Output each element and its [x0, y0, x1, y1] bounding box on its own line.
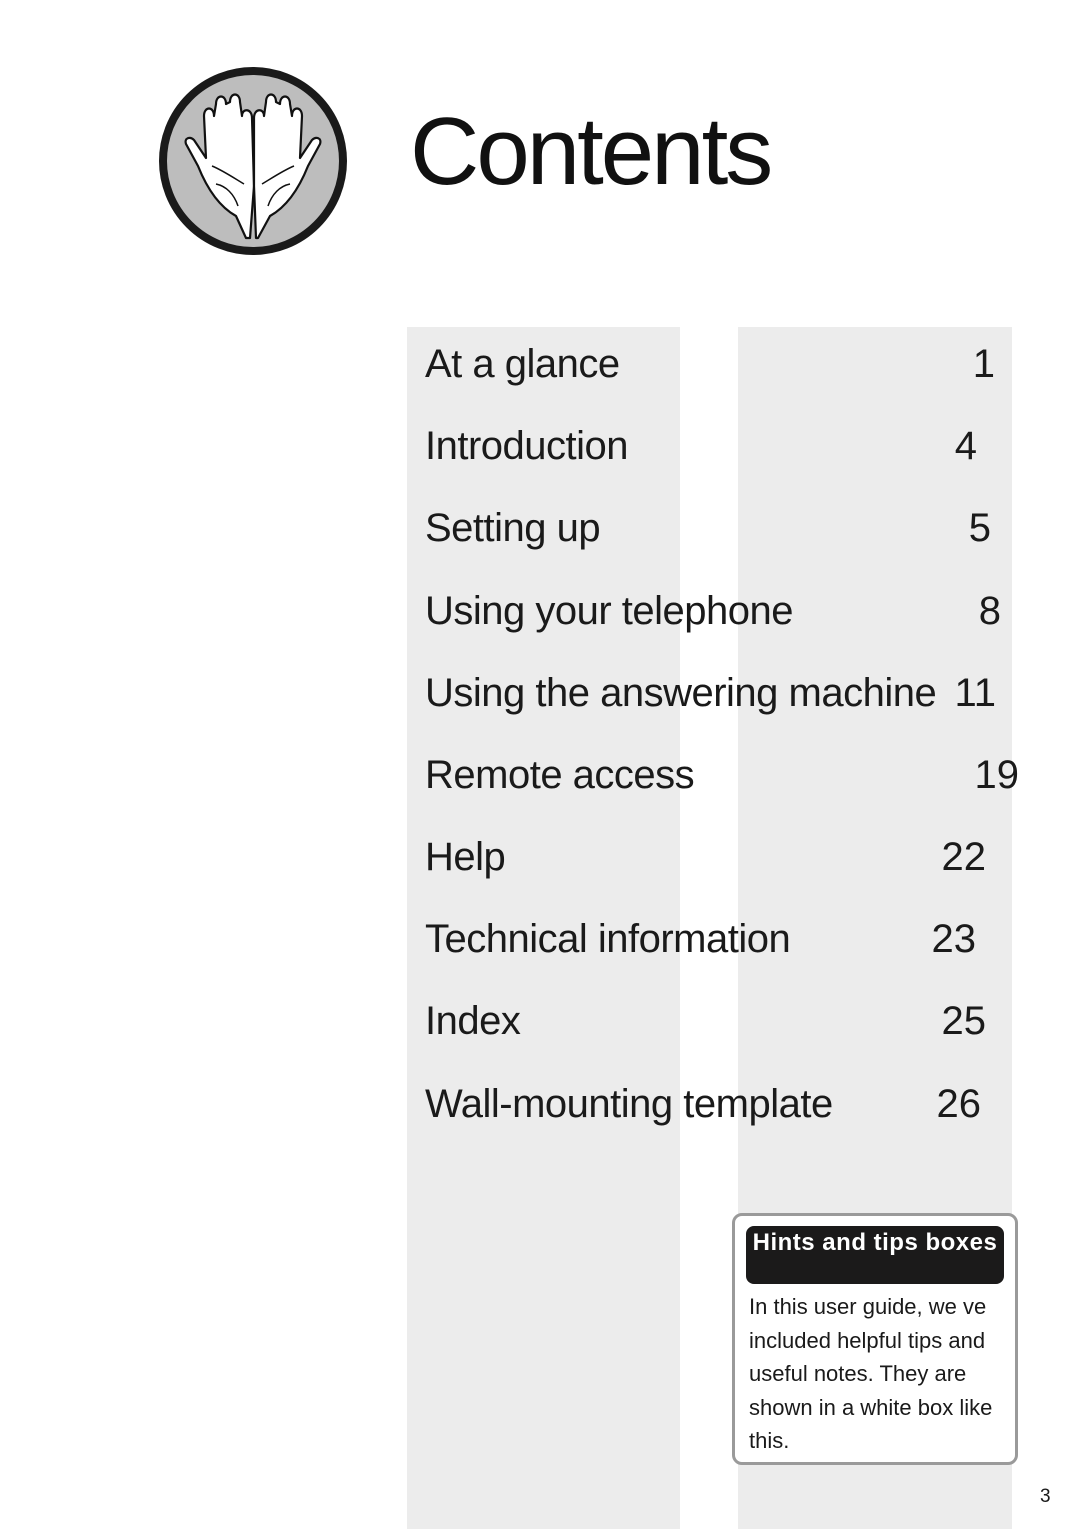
toc-entry-page: 1	[972, 342, 995, 386]
hints-heading: Hints and tips boxes	[746, 1226, 1004, 1284]
toc-entry[interactable]: Setting up 5	[425, 503, 1025, 553]
toc-entry-label: Remote access	[425, 753, 695, 797]
toc-entry[interactable]: Index 25	[425, 996, 1025, 1046]
toc-entry-label: Wall-mounting template	[425, 1082, 833, 1126]
toc-entry[interactable]: Remote access 19	[425, 750, 1025, 800]
toc-entry-label: Index	[425, 999, 521, 1043]
toc-entry-page: 23	[931, 917, 977, 961]
toc-entry-label: Using the answering machine	[425, 671, 937, 715]
toc-entry-page: 26	[936, 1082, 982, 1126]
toc-entry-label: Technical information	[425, 917, 791, 961]
toc-entry[interactable]: Using the answering machine 11	[425, 668, 1025, 718]
toc-entry[interactable]: Using your telephone 8	[425, 586, 1025, 636]
toc-entry-page: 5	[968, 506, 991, 550]
hints-body: In this user guide, we ve included helpf…	[749, 1294, 993, 1453]
toc-entry-page: 4	[954, 424, 977, 468]
page-number: 3	[1040, 1486, 1051, 1507]
toc-entry-page: 19	[974, 753, 1020, 797]
toc-entry-page: 11	[954, 671, 996, 715]
toc-entry-page: 22	[941, 835, 987, 879]
toc-entry-label: Introduction	[425, 424, 629, 468]
toc-entry[interactable]: Technical information 23	[425, 914, 1025, 964]
toc-entry[interactable]: Help 22	[425, 832, 1025, 882]
toc-entry[interactable]: Introduction 4	[425, 421, 1025, 471]
toc-entry[interactable]: Wall-mounting template 26	[425, 1079, 1025, 1129]
toc-entry-page: 25	[941, 999, 987, 1043]
toc-entry-label: Using your telephone	[425, 589, 794, 633]
hints-and-tips-box: Hints and tips boxes In this user guide,…	[732, 1213, 1018, 1465]
toc-entry[interactable]: At a glance 1	[425, 339, 1025, 389]
toc-entry-label: Setting up	[425, 506, 601, 550]
page-title: Contents	[410, 98, 773, 205]
toc-entry-label: Help	[425, 835, 506, 879]
toc-entry-page: 8	[978, 589, 1001, 633]
toc-entry-label: At a glance	[425, 342, 620, 386]
open-hands-icon	[159, 67, 347, 255]
